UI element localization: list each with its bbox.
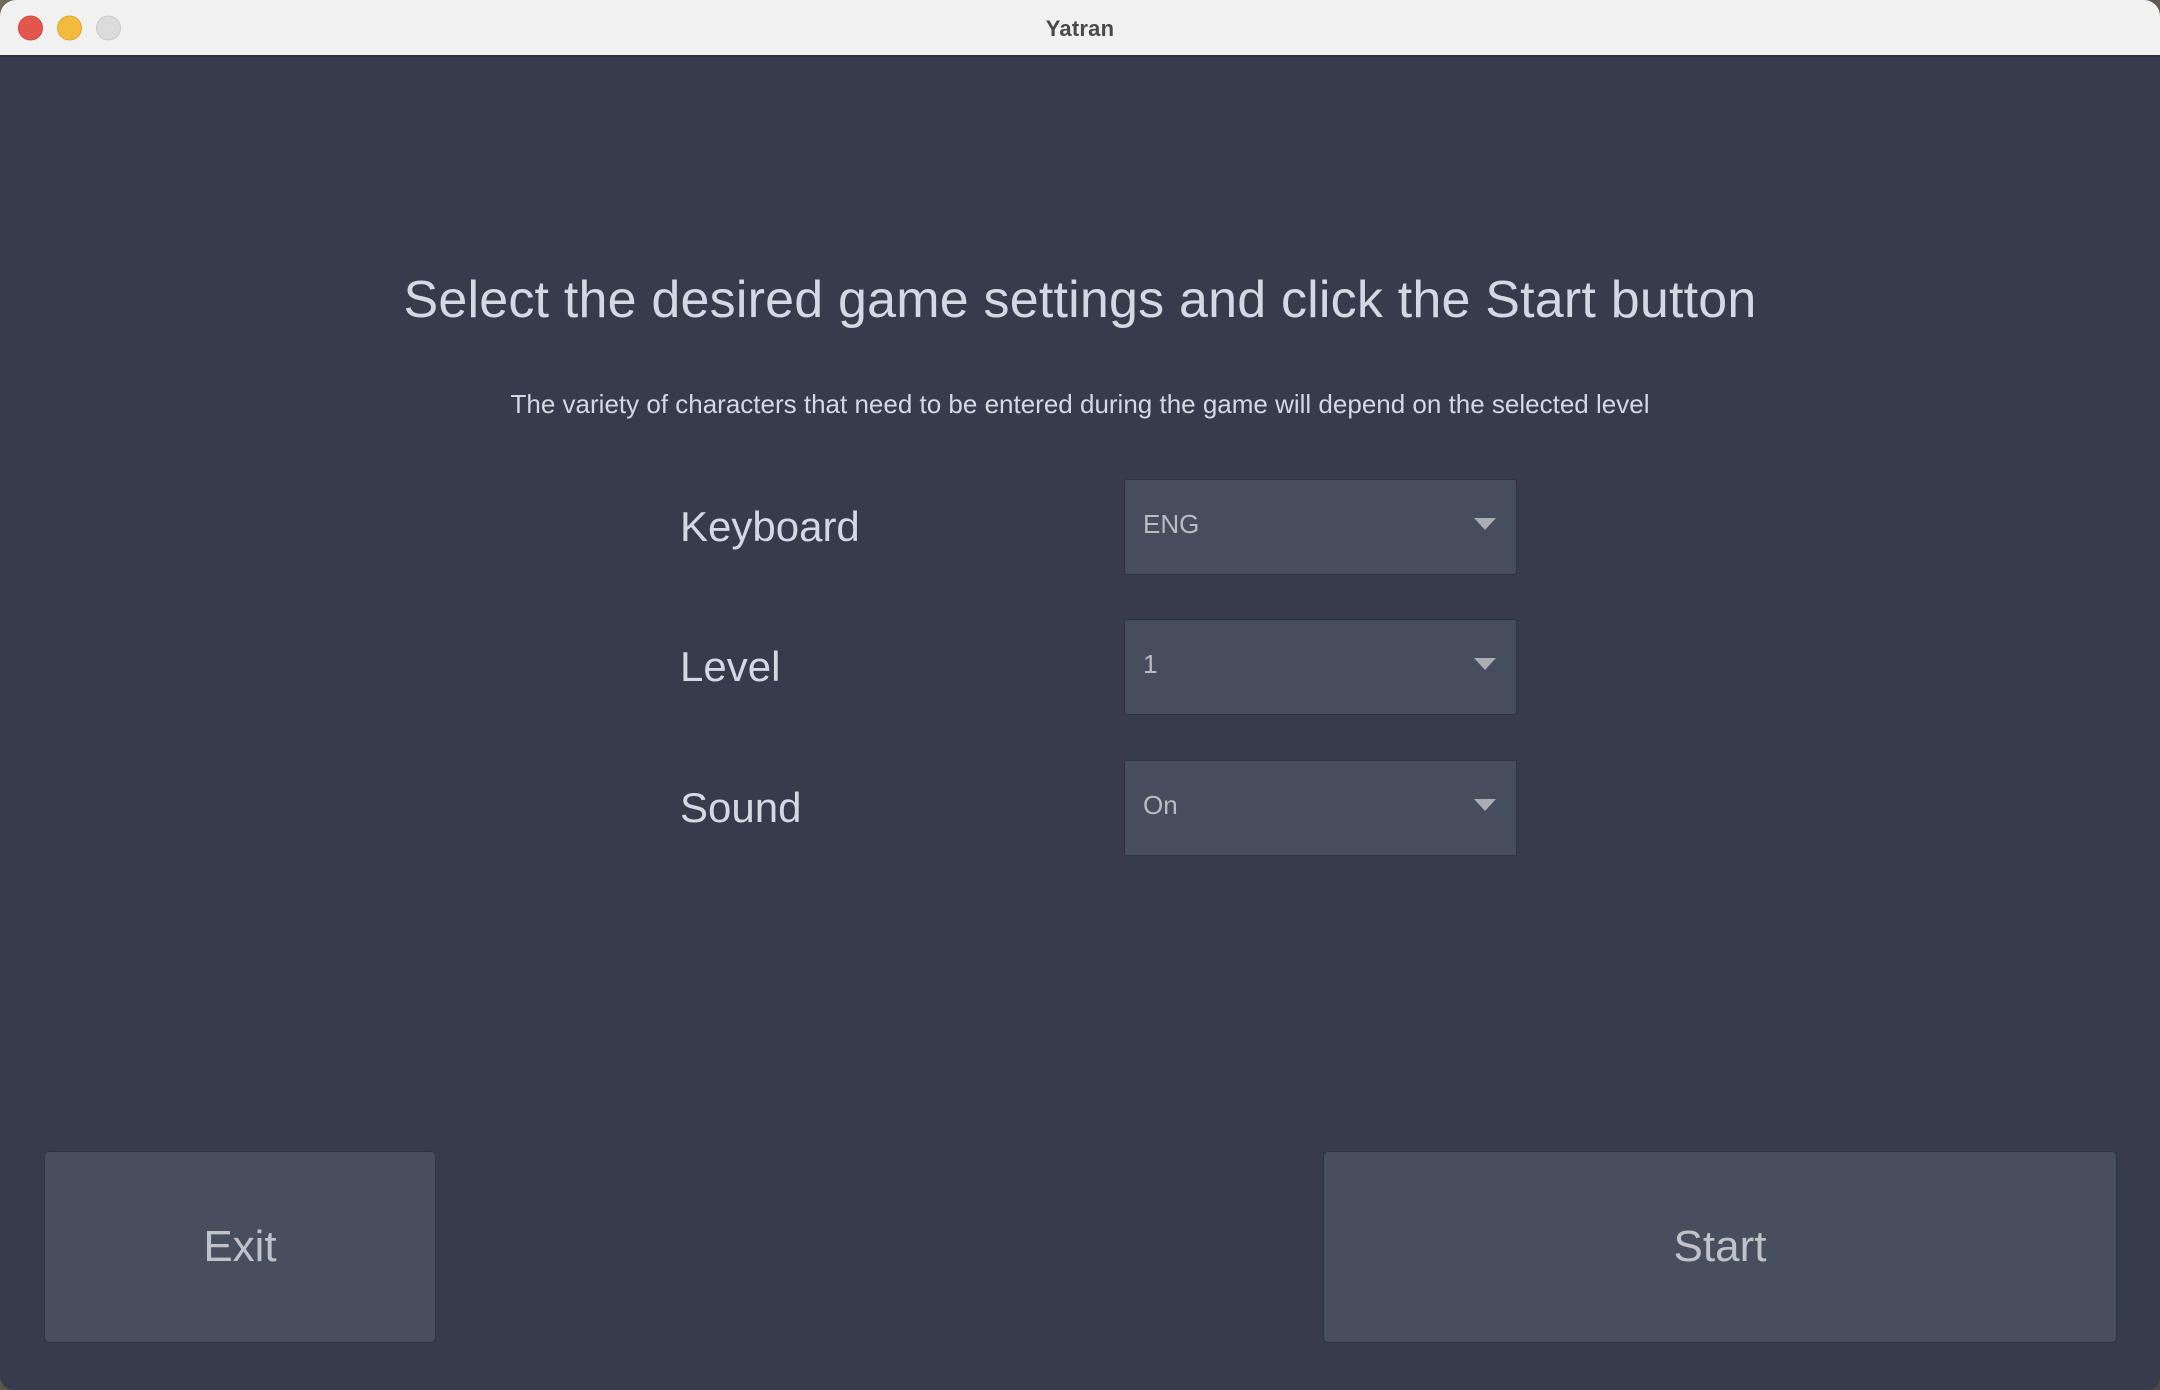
desktop-background: Yatran Select the desired game settings …	[0, 0, 2160, 1390]
start-button-label: Start	[1673, 1222, 1767, 1271]
setting-label-level: Level	[680, 643, 781, 690]
start-button[interactable]: Start	[1323, 1151, 2117, 1343]
window-title: Yatran	[1045, 16, 1115, 41]
keyboard-select[interactable]: ENG	[1124, 479, 1517, 575]
exit-button[interactable]: Exit	[44, 1151, 436, 1343]
sound-select-value: On	[1143, 790, 1178, 820]
exit-button-label: Exit	[203, 1222, 277, 1271]
main-content: Select the desired game settings and cli…	[0, 57, 2160, 1390]
level-select[interactable]: 1	[1124, 619, 1517, 715]
sound-select[interactable]: On	[1124, 760, 1517, 856]
chevron-down-icon	[1474, 799, 1496, 811]
title-bar: Yatran	[0, 0, 2160, 57]
setting-row-keyboard: Keyboard ENG	[0, 479, 2160, 575]
setting-row-sound: Sound On	[0, 760, 2160, 856]
app-window: Yatran Select the desired game settings …	[0, 0, 2160, 1390]
chevron-down-icon	[1474, 658, 1496, 670]
keyboard-select-value: ENG	[1143, 509, 1200, 539]
page-subtitle: The variety of characters that need to b…	[510, 389, 1650, 419]
setting-label-keyboard: Keyboard	[680, 503, 860, 550]
setting-row-level: Level 1	[0, 619, 2160, 715]
setting-label-sound: Sound	[680, 784, 802, 831]
level-select-value: 1	[1143, 649, 1158, 679]
chevron-down-icon	[1474, 518, 1496, 530]
page-title: Select the desired game settings and cli…	[403, 271, 1757, 329]
